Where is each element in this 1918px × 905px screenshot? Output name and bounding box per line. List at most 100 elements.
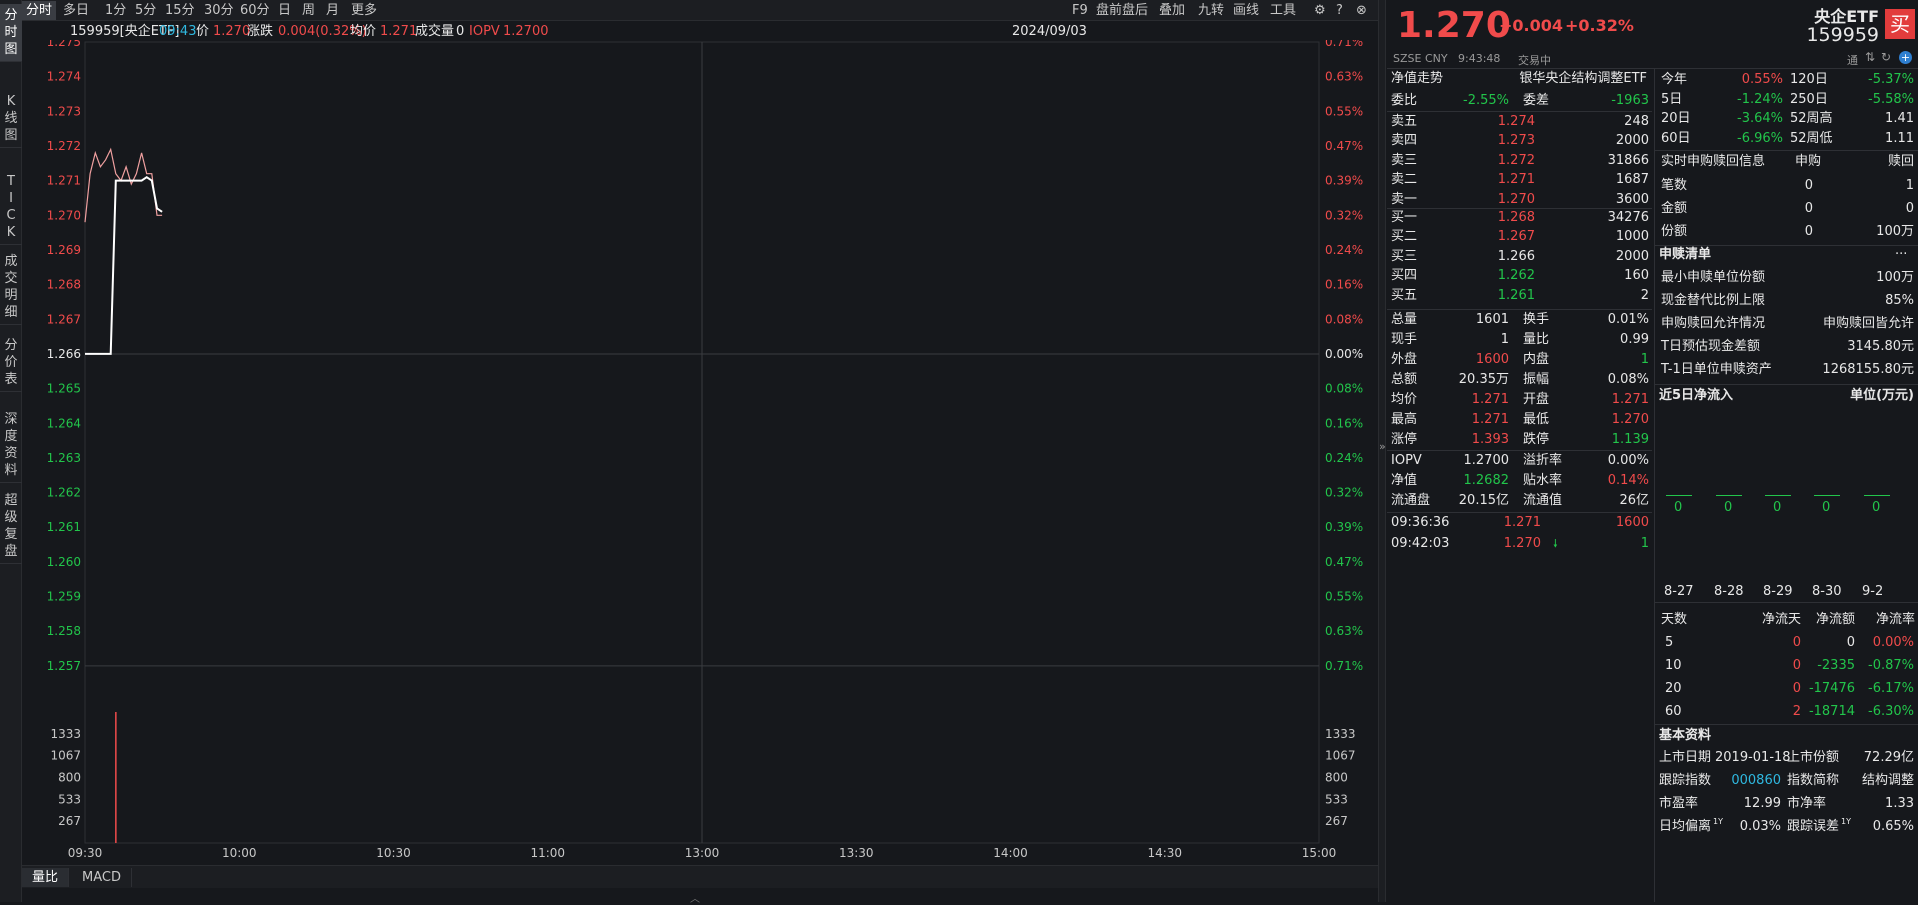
stat-label: 振幅 bbox=[1523, 372, 1550, 387]
last-price: 1.270 bbox=[1397, 5, 1511, 46]
stat-label: 净值 bbox=[1391, 473, 1418, 488]
stat-label: 溢折率 bbox=[1523, 453, 1563, 468]
basic-value: 000860 bbox=[1731, 773, 1781, 788]
sidebar-tab-6[interactable]: 超级复盘 bbox=[0, 489, 22, 564]
sidebar-tab-1[interactable]: K线图 bbox=[0, 90, 22, 148]
stat-value: 0.14% bbox=[1607, 473, 1649, 488]
price-tick: 1.257 bbox=[47, 659, 81, 673]
panel-collapse-strip[interactable]: » bbox=[1378, 0, 1386, 902]
more-icon[interactable]: ··· bbox=[1895, 245, 1907, 264]
creation-label: 现金替代比例上限 bbox=[1661, 293, 1766, 308]
stat-label: 总量 bbox=[1391, 312, 1418, 327]
sidebar-tab-3[interactable]: 成交明细 bbox=[0, 250, 22, 325]
period-tab-4[interactable]: 15分 bbox=[161, 1, 199, 20]
price-label: 价 bbox=[196, 24, 210, 39]
basic-label: 跟踪误差 bbox=[1787, 819, 1840, 834]
indicator-tab-1[interactable]: MACD bbox=[72, 868, 132, 887]
period-tab-8[interactable]: 周 bbox=[298, 1, 319, 20]
stat-value: 1.271 bbox=[1611, 392, 1649, 407]
stat-value: 1.271 bbox=[1471, 392, 1509, 407]
period-tab-1[interactable]: 多日 bbox=[59, 1, 93, 20]
perf-label: 60日 bbox=[1661, 130, 1691, 146]
trade-volume: 1 bbox=[1640, 536, 1649, 551]
sidebar-tab-char: 明 bbox=[4, 288, 18, 303]
pct-tick: 0.08% bbox=[1325, 382, 1363, 396]
period-tab-0[interactable]: 分时 bbox=[22, 1, 57, 20]
nav-trend-title[interactable]: 净值走势 bbox=[1391, 69, 1443, 88]
security-code: 159959 bbox=[1806, 24, 1879, 46]
stat-value: 1.2700 bbox=[1463, 453, 1510, 468]
netflow-header: 天数 bbox=[1661, 612, 1688, 627]
period-tab-5[interactable]: 30分 bbox=[200, 1, 238, 20]
bid-volume: 2 bbox=[1640, 287, 1649, 303]
pct-tick: 0.24% bbox=[1325, 243, 1363, 257]
sidebar-tab-5[interactable]: 深度资料 bbox=[0, 408, 22, 483]
series-line-0 bbox=[84, 147, 163, 223]
period-tab-9[interactable]: 月 bbox=[322, 1, 343, 20]
stat-value: 1601 bbox=[1475, 312, 1509, 327]
ask-label: 卖五 bbox=[1391, 114, 1418, 129]
period-tab-2[interactable]: 1分 bbox=[101, 1, 130, 20]
close-icon[interactable]: ⊗ bbox=[1352, 1, 1371, 20]
sidebar-tab-0[interactable]: 分时图 bbox=[0, 4, 22, 62]
subscription-value: 0 bbox=[1804, 201, 1813, 216]
bid-volume: 160 bbox=[1624, 268, 1649, 284]
basic-info-title: 基本资料 bbox=[1659, 728, 1712, 743]
bid-label: 买三 bbox=[1391, 248, 1418, 264]
volume-tick-right: 267 bbox=[1325, 814, 1348, 828]
up-down-arrows-icon[interactable]: ⇅ bbox=[1865, 50, 1875, 64]
subscription-value: 0 bbox=[1905, 201, 1914, 216]
intraday-chart[interactable]: 1.275 1.274 1.273 1.272 1.271 1.270 1.269 1.268… bbox=[22, 40, 1378, 866]
creation-value: 1268155.80元 bbox=[1822, 362, 1914, 377]
perf-value: 1.11 bbox=[1885, 130, 1914, 146]
ask-price: 1.273 bbox=[1497, 133, 1535, 149]
price-tick: 1.271 bbox=[47, 174, 81, 188]
tool-button-2[interactable]: 叠加 bbox=[1155, 1, 1189, 20]
plus-circle-icon[interactable]: + bbox=[1899, 51, 1912, 64]
volume-tick: 1067 bbox=[50, 749, 81, 763]
tool-button-4[interactable]: 画线 bbox=[1229, 1, 1263, 20]
price-tick: 1.266 bbox=[47, 347, 81, 361]
fund-full-name: 银华央企结构调整ETF bbox=[1519, 71, 1647, 86]
divider bbox=[1655, 150, 1918, 151]
tool-button-5[interactable]: 工具 bbox=[1266, 1, 1300, 20]
netflow-flow-amount: -2335 bbox=[1817, 658, 1855, 673]
pct-tick: 0.71% bbox=[1325, 659, 1363, 673]
sidebar-tab-char: 料 bbox=[4, 463, 18, 478]
help-icon[interactable]: ? bbox=[1332, 1, 1347, 20]
bid-label: 买一 bbox=[1391, 210, 1418, 225]
tool-button-1[interactable]: 盘前盘后 bbox=[1092, 1, 1152, 20]
basic-value: 12.99 bbox=[1743, 796, 1781, 811]
expand-up-icon[interactable]: ︿ bbox=[690, 890, 700, 905]
period-tab-7[interactable]: 日 bbox=[274, 1, 295, 20]
period-tab-6[interactable]: 60分 bbox=[236, 1, 274, 20]
netflow-date: 8-29 bbox=[1763, 584, 1793, 599]
time-tick: 11:00 bbox=[530, 846, 565, 860]
sidebar-tab-2[interactable]: TICK bbox=[0, 170, 22, 245]
iopv-label: IOPV bbox=[469, 24, 500, 39]
time-tick: 13:00 bbox=[685, 846, 720, 860]
time-tick: 09:30 bbox=[68, 846, 103, 860]
ask-price: 1.271 bbox=[1497, 172, 1535, 188]
bid-label: 买四 bbox=[1391, 268, 1418, 284]
ask-volume: 1687 bbox=[1615, 172, 1649, 188]
netflow-date: 8-30 bbox=[1812, 584, 1842, 599]
indicator-tab-0[interactable]: 量比 bbox=[22, 868, 70, 887]
ask-volume: 31866 bbox=[1607, 152, 1649, 168]
tool-button-3[interactable]: 九转 bbox=[1194, 1, 1228, 20]
refresh-icon[interactable]: ↻ bbox=[1881, 50, 1891, 64]
collapse-arrow-icon[interactable]: » bbox=[1379, 440, 1386, 453]
gear-icon[interactable]: ⚙ bbox=[1310, 1, 1330, 20]
weibi-label: 委比 bbox=[1391, 93, 1418, 108]
period-tab-10[interactable]: 更多 bbox=[347, 1, 381, 20]
time-tick: 14:00 bbox=[993, 846, 1028, 860]
sidebar-tab-4[interactable]: 分价表 bbox=[0, 334, 22, 392]
period-tab-3[interactable]: 5分 bbox=[131, 1, 160, 20]
sidebar-tab-char: 交 bbox=[4, 271, 18, 286]
bid-volume: 2000 bbox=[1615, 248, 1649, 264]
tool-button-0[interactable]: F9 bbox=[1068, 1, 1092, 20]
volume-tick-right: 1333 bbox=[1325, 727, 1356, 741]
netflow-header: 净流额 bbox=[1815, 612, 1855, 627]
stat-value: 20.15亿 bbox=[1458, 493, 1509, 508]
buy-button[interactable]: 买 bbox=[1885, 9, 1915, 39]
